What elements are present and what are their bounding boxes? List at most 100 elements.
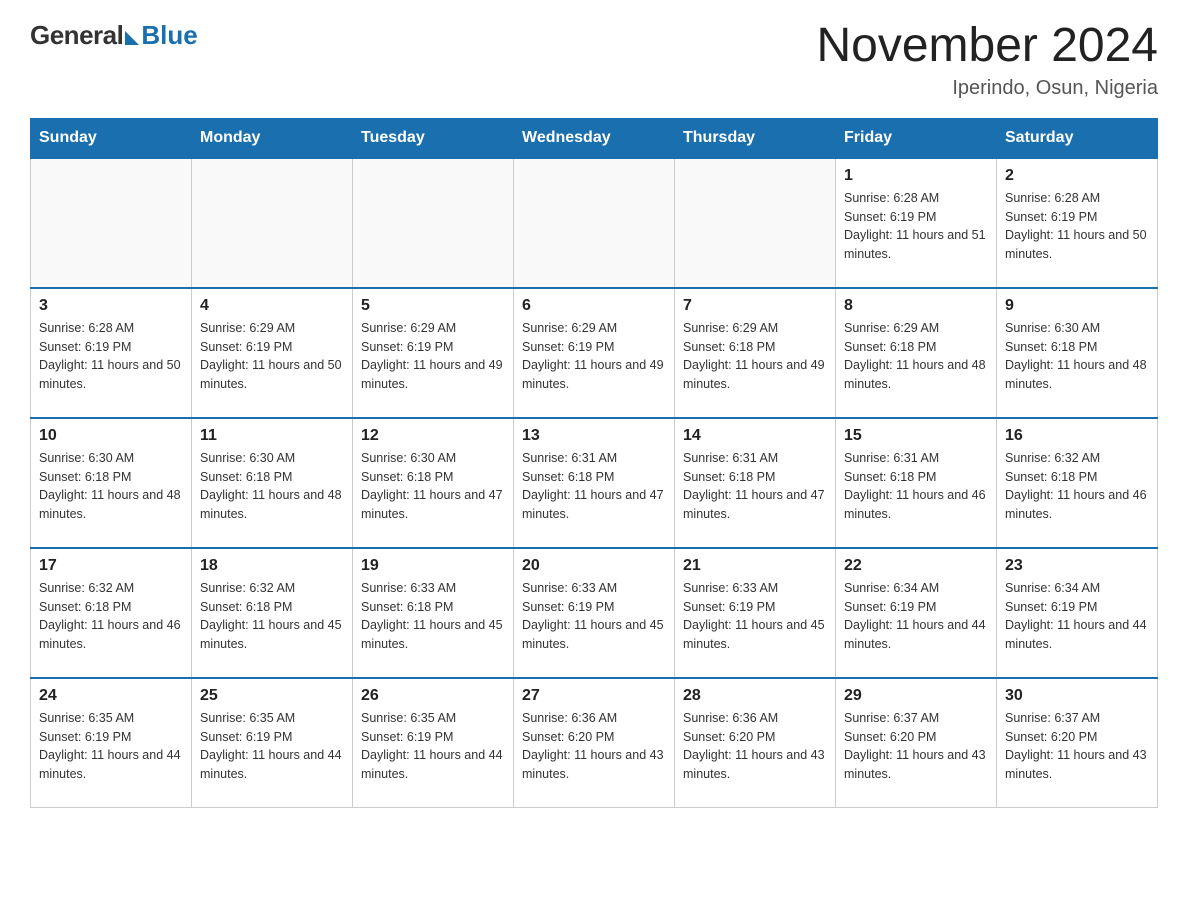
- day-info: Sunrise: 6:36 AM Sunset: 6:20 PM Dayligh…: [683, 709, 827, 784]
- day-number: 21: [683, 557, 827, 575]
- day-info: Sunrise: 6:32 AM Sunset: 6:18 PM Dayligh…: [200, 579, 344, 654]
- calendar-day-cell: 1 Sunrise: 6:28 AM Sunset: 6:19 PM Daylig…: [836, 158, 997, 288]
- logo-general-text: General: [30, 20, 123, 51]
- calendar-day-cell: 8 Sunrise: 6:29 AM Sunset: 6:18 PM Daylig…: [836, 288, 997, 418]
- calendar-day-cell: 18 Sunrise: 6:32 AM Sunset: 6:18 PM Dayli…: [192, 548, 353, 678]
- day-number: 20: [522, 557, 666, 575]
- day-number: 23: [1005, 557, 1149, 575]
- day-info: Sunrise: 6:28 AM Sunset: 6:19 PM Dayligh…: [1005, 189, 1149, 264]
- day-number: 22: [844, 557, 988, 575]
- calendar-day-cell: 5 Sunrise: 6:29 AM Sunset: 6:19 PM Daylig…: [353, 288, 514, 418]
- day-info: Sunrise: 6:30 AM Sunset: 6:18 PM Dayligh…: [39, 449, 183, 524]
- calendar-day-cell: 21 Sunrise: 6:33 AM Sunset: 6:19 PM Dayli…: [675, 548, 836, 678]
- day-info: Sunrise: 6:36 AM Sunset: 6:20 PM Dayligh…: [522, 709, 666, 784]
- day-info: Sunrise: 6:35 AM Sunset: 6:19 PM Dayligh…: [39, 709, 183, 784]
- logo: General Blue: [30, 20, 198, 51]
- day-number: 5: [361, 297, 505, 315]
- day-info: Sunrise: 6:31 AM Sunset: 6:18 PM Dayligh…: [844, 449, 988, 524]
- calendar-day-cell: 6 Sunrise: 6:29 AM Sunset: 6:19 PM Daylig…: [514, 288, 675, 418]
- logo-triangle-icon: [125, 31, 139, 45]
- header: General Blue November 2024 Iperindo, Osu…: [30, 20, 1158, 100]
- day-info: Sunrise: 6:34 AM Sunset: 6:19 PM Dayligh…: [844, 579, 988, 654]
- day-number: 28: [683, 687, 827, 705]
- calendar-day-cell: 28 Sunrise: 6:36 AM Sunset: 6:20 PM Dayli…: [675, 678, 836, 808]
- day-number: 16: [1005, 427, 1149, 445]
- calendar-day-cell: 16Sunrise: 6:32 AM Sunset: 6:18 PM Dayli…: [997, 418, 1158, 548]
- calendar-day-cell: 19 Sunrise: 6:33 AM Sunset: 6:18 PM Dayli…: [353, 548, 514, 678]
- calendar-day-cell: 24 Sunrise: 6:35 AM Sunset: 6:19 PM Dayli…: [31, 678, 192, 808]
- calendar-day-cell: 12 Sunrise: 6:30 AM Sunset: 6:18 PM Dayli…: [353, 418, 514, 548]
- title-area: November 2024 Iperindo, Osun, Nigeria: [816, 20, 1158, 100]
- calendar-day-cell: 7 Sunrise: 6:29 AM Sunset: 6:18 PM Daylig…: [675, 288, 836, 418]
- day-number: 9: [1005, 297, 1149, 315]
- weekday-header-saturday: Saturday: [997, 118, 1158, 158]
- day-number: 1: [844, 167, 988, 185]
- day-info: Sunrise: 6:31 AM Sunset: 6:18 PM Dayligh…: [522, 449, 666, 524]
- calendar-day-cell: 10 Sunrise: 6:30 AM Sunset: 6:18 PM Dayli…: [31, 418, 192, 548]
- day-number: 7: [683, 297, 827, 315]
- calendar-day-cell: 4Sunrise: 6:29 AM Sunset: 6:19 PM Daylig…: [192, 288, 353, 418]
- day-info: Sunrise: 6:33 AM Sunset: 6:18 PM Dayligh…: [361, 579, 505, 654]
- calendar-day-cell: [675, 158, 836, 288]
- day-number: 27: [522, 687, 666, 705]
- day-info: Sunrise: 6:29 AM Sunset: 6:18 PM Dayligh…: [844, 319, 988, 394]
- calendar-day-cell: 23 Sunrise: 6:34 AM Sunset: 6:19 PM Dayli…: [997, 548, 1158, 678]
- day-number: 13: [522, 427, 666, 445]
- calendar-day-cell: 9 Sunrise: 6:30 AM Sunset: 6:18 PM Daylig…: [997, 288, 1158, 418]
- calendar-day-cell: [353, 158, 514, 288]
- calendar-week-row: 10 Sunrise: 6:30 AM Sunset: 6:18 PM Dayli…: [31, 418, 1158, 548]
- calendar-day-cell: 30 Sunrise: 6:37 AM Sunset: 6:20 PM Dayli…: [997, 678, 1158, 808]
- weekday-header-thursday: Thursday: [675, 118, 836, 158]
- day-info: Sunrise: 6:31 AM Sunset: 6:18 PM Dayligh…: [683, 449, 827, 524]
- day-number: 10: [39, 427, 183, 445]
- day-info: Sunrise: 6:34 AM Sunset: 6:19 PM Dayligh…: [1005, 579, 1149, 654]
- day-number: 8: [844, 297, 988, 315]
- day-number: 12: [361, 427, 505, 445]
- day-info: Sunrise: 6:33 AM Sunset: 6:19 PM Dayligh…: [522, 579, 666, 654]
- calendar-day-cell: 11Sunrise: 6:30 AM Sunset: 6:18 PM Dayli…: [192, 418, 353, 548]
- calendar-day-cell: 2 Sunrise: 6:28 AM Sunset: 6:19 PM Daylig…: [997, 158, 1158, 288]
- day-number: 3: [39, 297, 183, 315]
- day-number: 30: [1005, 687, 1149, 705]
- day-number: 15: [844, 427, 988, 445]
- weekday-header-friday: Friday: [836, 118, 997, 158]
- day-number: 6: [522, 297, 666, 315]
- weekday-header-monday: Monday: [192, 118, 353, 158]
- calendar-day-cell: 20 Sunrise: 6:33 AM Sunset: 6:19 PM Dayli…: [514, 548, 675, 678]
- day-number: 19: [361, 557, 505, 575]
- day-number: 29: [844, 687, 988, 705]
- calendar-week-row: 3 Sunrise: 6:28 AM Sunset: 6:19 PM Daylig…: [31, 288, 1158, 418]
- day-info: Sunrise: 6:29 AM Sunset: 6:19 PM Dayligh…: [200, 319, 344, 394]
- calendar-week-row: 24 Sunrise: 6:35 AM Sunset: 6:19 PM Dayli…: [31, 678, 1158, 808]
- day-number: 26: [361, 687, 505, 705]
- day-info: Sunrise: 6:30 AM Sunset: 6:18 PM Dayligh…: [1005, 319, 1149, 394]
- day-number: 17: [39, 557, 183, 575]
- day-info: Sunrise: 6:30 AM Sunset: 6:18 PM Dayligh…: [361, 449, 505, 524]
- day-info: Sunrise: 6:29 AM Sunset: 6:19 PM Dayligh…: [361, 319, 505, 394]
- day-number: 2: [1005, 167, 1149, 185]
- calendar-day-cell: 29Sunrise: 6:37 AM Sunset: 6:20 PM Dayli…: [836, 678, 997, 808]
- weekday-header-tuesday: Tuesday: [353, 118, 514, 158]
- calendar-week-row: 1 Sunrise: 6:28 AM Sunset: 6:19 PM Daylig…: [31, 158, 1158, 288]
- calendar-title: November 2024: [816, 20, 1158, 73]
- day-info: Sunrise: 6:32 AM Sunset: 6:18 PM Dayligh…: [39, 579, 183, 654]
- calendar-day-cell: 17 Sunrise: 6:32 AM Sunset: 6:18 PM Dayli…: [31, 548, 192, 678]
- day-info: Sunrise: 6:33 AM Sunset: 6:19 PM Dayligh…: [683, 579, 827, 654]
- calendar-table: SundayMondayTuesdayWednesdayThursdayFrid…: [30, 118, 1158, 809]
- calendar-day-cell: 14Sunrise: 6:31 AM Sunset: 6:18 PM Dayli…: [675, 418, 836, 548]
- day-info: Sunrise: 6:28 AM Sunset: 6:19 PM Dayligh…: [39, 319, 183, 394]
- calendar-day-cell: 27 Sunrise: 6:36 AM Sunset: 6:20 PM Dayli…: [514, 678, 675, 808]
- calendar-day-cell: [514, 158, 675, 288]
- calendar-day-cell: 3 Sunrise: 6:28 AM Sunset: 6:19 PM Daylig…: [31, 288, 192, 418]
- day-number: 18: [200, 557, 344, 575]
- day-info: Sunrise: 6:29 AM Sunset: 6:18 PM Dayligh…: [683, 319, 827, 394]
- day-info: Sunrise: 6:28 AM Sunset: 6:19 PM Dayligh…: [844, 189, 988, 264]
- day-info: Sunrise: 6:30 AM Sunset: 6:18 PM Dayligh…: [200, 449, 344, 524]
- day-number: 24: [39, 687, 183, 705]
- calendar-subtitle: Iperindo, Osun, Nigeria: [816, 77, 1158, 100]
- calendar-day-cell: 15 Sunrise: 6:31 AM Sunset: 6:18 PM Dayli…: [836, 418, 997, 548]
- weekday-header-sunday: Sunday: [31, 118, 192, 158]
- day-info: Sunrise: 6:37 AM Sunset: 6:20 PM Dayligh…: [1005, 709, 1149, 784]
- day-info: Sunrise: 6:29 AM Sunset: 6:19 PM Dayligh…: [522, 319, 666, 394]
- day-number: 25: [200, 687, 344, 705]
